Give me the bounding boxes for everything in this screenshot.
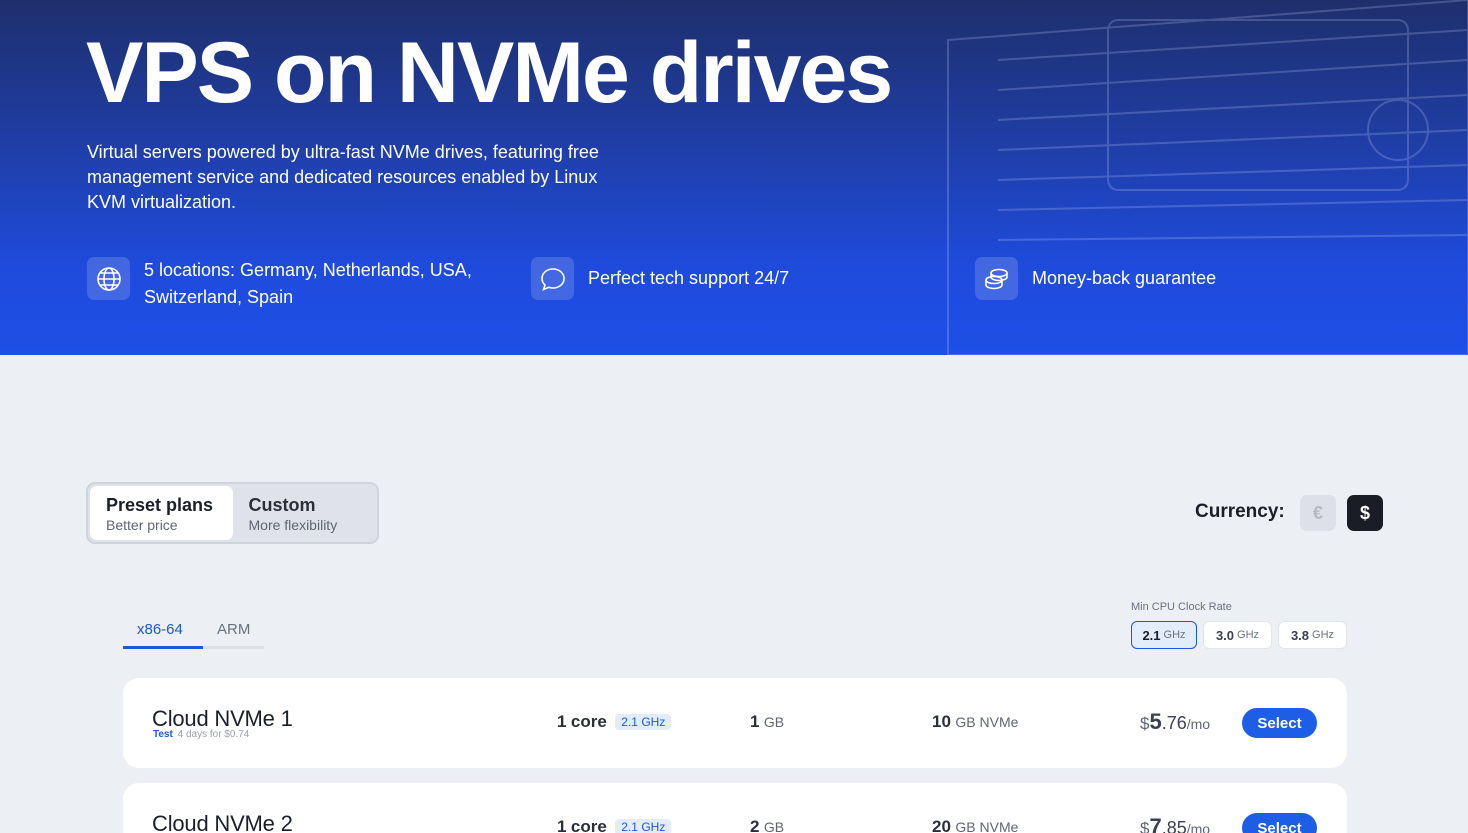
disk-unit: GB NVMe [955,714,1019,730]
chat-bubble-icon [531,257,574,300]
cpu-ghz-badge: 2.1 GHz [615,819,672,833]
plan-ram: 2 GB [750,817,784,833]
plan-card[interactable]: Cloud NVMe 2 1 core 2.1 GHz 2 GB 20 GB N… [123,783,1347,833]
currency-usd-button[interactable]: $ [1347,495,1383,531]
feature-locations-text: 5 locations: Germany, Netherlands, USA, … [144,260,472,307]
plan-cpu: 1 core 2.1 GHz [557,712,672,732]
plan-mode-toggle: Preset plans Better price Custom More fl… [86,482,379,544]
ram-unit: GB [763,714,785,730]
preset-plans-title: Preset plans [106,495,214,515]
custom-plans-title: Custom [248,495,316,515]
ram-value: 1 [750,712,760,731]
plan-price: $7.85/mo [1140,814,1210,833]
plan-cpu: 1 core 2.1 GHz [557,817,672,833]
cpu-count: 1 [557,712,567,731]
feature-money-back-text: Money-back guarantee [1032,268,1217,288]
coins-icon [975,257,1018,300]
feature-support-text: Perfect tech support 24/7 [588,268,790,288]
feature-money-back: Money-back guarantee [975,257,1216,300]
cpu-clock-value: 3.0 [1215,627,1235,643]
plan-card[interactable]: Cloud NVMe 1 Test 4 days for $0.74 1 cor… [123,678,1347,768]
active-tab-indicator [123,646,203,649]
tab-arm[interactable]: ARM [217,621,250,638]
select-plan-button[interactable]: Select [1242,708,1317,738]
disk-value: 20 [932,817,951,833]
preset-plans-subtitle: Better price [106,517,178,533]
disk-unit: GB NVMe [955,819,1019,833]
preset-plans-option[interactable]: Preset plans Better price [90,486,233,540]
price-integer: 7 [1149,814,1162,833]
cpu-unit: core [570,712,607,731]
cpu-clock-unit: GHz [1312,629,1335,641]
hero-banner: VPS on NVMe drives Virtual servers power… [0,0,1468,355]
cpu-ghz-badge: 2.1 GHz [615,714,672,730]
cpu-clock-value: 3.8 [1290,627,1310,643]
architecture-tabs: x86-64 ARM [123,619,264,649]
hero-title: VPS on NVMe drives [86,25,893,121]
cpu-clock-value: 2.1 [1142,627,1161,643]
plan-disk: 10 GB NVMe [932,712,1018,732]
hero-description: Virtual servers powered by ultra-fast NV… [87,142,599,212]
cpu-clock-label: Min CPU Clock Rate [1131,601,1232,613]
cpu-clock-3-8-button[interactable]: 3.8 GHz [1278,621,1347,649]
plan-test-offer[interactable]: Test 4 days for $0.74 [153,729,249,740]
server-rack-illustration [947,0,1468,355]
select-plan-button[interactable]: Select [1242,813,1317,833]
disk-value: 10 [932,712,951,731]
tab-x86-64[interactable]: x86-64 [137,621,183,638]
feature-locations: 5 locations: Germany, Netherlands, USA, … [87,257,504,311]
custom-plans-subtitle: More flexibility [248,517,338,533]
plan-disk: 20 GB NVMe [932,817,1018,833]
cpu-clock-unit: GHz [1163,629,1186,641]
feature-support: Perfect tech support 24/7 [531,257,789,300]
cpu-clock-3-0-button[interactable]: 3.0 GHz [1203,621,1272,649]
price-period: /mo [1186,821,1211,833]
cpu-clock-2-1-button[interactable]: 2.1 GHz [1131,621,1197,649]
cpu-clock-unit: GHz [1237,629,1260,641]
ram-value: 2 [750,817,760,833]
price-decimal: .85 [1161,818,1187,833]
globe-icon [87,257,130,300]
test-label: Test [153,729,173,740]
currency-label: Currency: [1195,501,1285,522]
test-detail: 4 days for $0.74 [177,729,250,740]
price-decimal: .76 [1161,713,1187,733]
cpu-unit: core [570,817,607,833]
price-integer: 5 [1149,709,1162,734]
cpu-count: 1 [557,817,567,833]
custom-plans-option[interactable]: Custom More flexibility [233,486,376,540]
plan-price: $5.76/mo [1140,709,1210,735]
currency-eur-button[interactable]: € [1300,495,1336,531]
price-period: /mo [1186,716,1211,732]
plan-ram: 1 GB [750,712,784,732]
plan-name: Cloud NVMe 2 [152,811,293,833]
ram-unit: GB [763,819,785,833]
